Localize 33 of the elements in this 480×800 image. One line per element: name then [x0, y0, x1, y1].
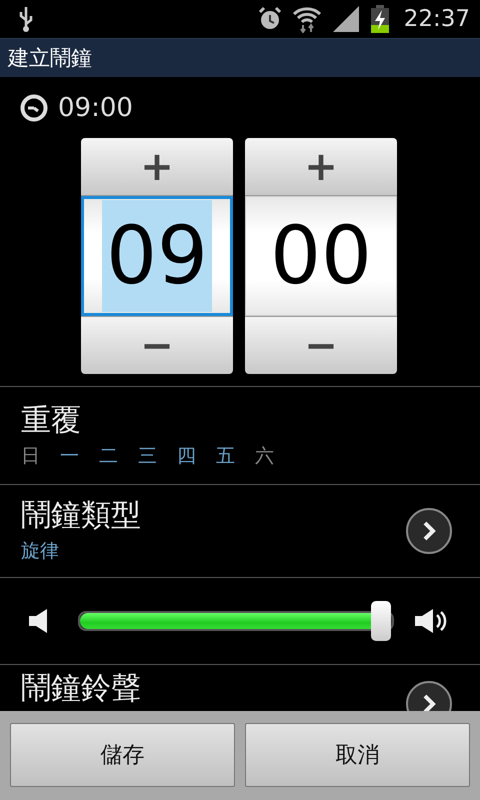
weekday: 日 — [21, 444, 40, 468]
alarm-time: 09:00 — [58, 92, 133, 122]
alarm-type-value: 旋律 — [21, 539, 60, 564]
signal-icon — [332, 5, 360, 33]
screen-title: 建立鬧鐘 — [8, 45, 92, 72]
decrement-button[interactable]: − — [81, 316, 233, 374]
usb-icon — [18, 5, 34, 33]
volume-slider[interactable] — [78, 601, 394, 641]
wifi-icon — [292, 5, 322, 33]
weekday: 六 — [255, 444, 274, 468]
weekday: 一 — [60, 444, 79, 468]
clock-icon — [20, 94, 48, 122]
decrement-button[interactable]: − — [245, 316, 397, 374]
weekday: 三 — [138, 444, 157, 468]
weekday: 四 — [177, 444, 196, 468]
ringtone-label: 鬧鐘鈴聲 — [21, 671, 142, 707]
slider-thumb[interactable] — [370, 601, 391, 641]
alarm-clock-icon — [258, 6, 282, 32]
alarm-type-label: 鬧鐘類型 — [21, 498, 142, 534]
increment-button[interactable]: + — [81, 138, 233, 196]
weekday: 五 — [216, 444, 235, 468]
time-value-field[interactable]: 09 — [81, 196, 233, 316]
speaker-icon — [28, 608, 50, 634]
increment-button[interactable]: + — [245, 138, 397, 196]
time-value-field[interactable]: 00 — [245, 196, 397, 316]
clock-time: 22:37 — [404, 6, 470, 32]
weekday: 二 — [99, 444, 118, 468]
repeat-label: 重覆 — [21, 402, 82, 438]
speaker-loud-icon — [414, 607, 448, 635]
save-button[interactable]: 儲存 — [10, 723, 235, 787]
cancel-button[interactable]: 取消 — [245, 723, 470, 787]
battery-charging-icon — [370, 5, 390, 33]
chevron-button[interactable] — [406, 508, 452, 554]
